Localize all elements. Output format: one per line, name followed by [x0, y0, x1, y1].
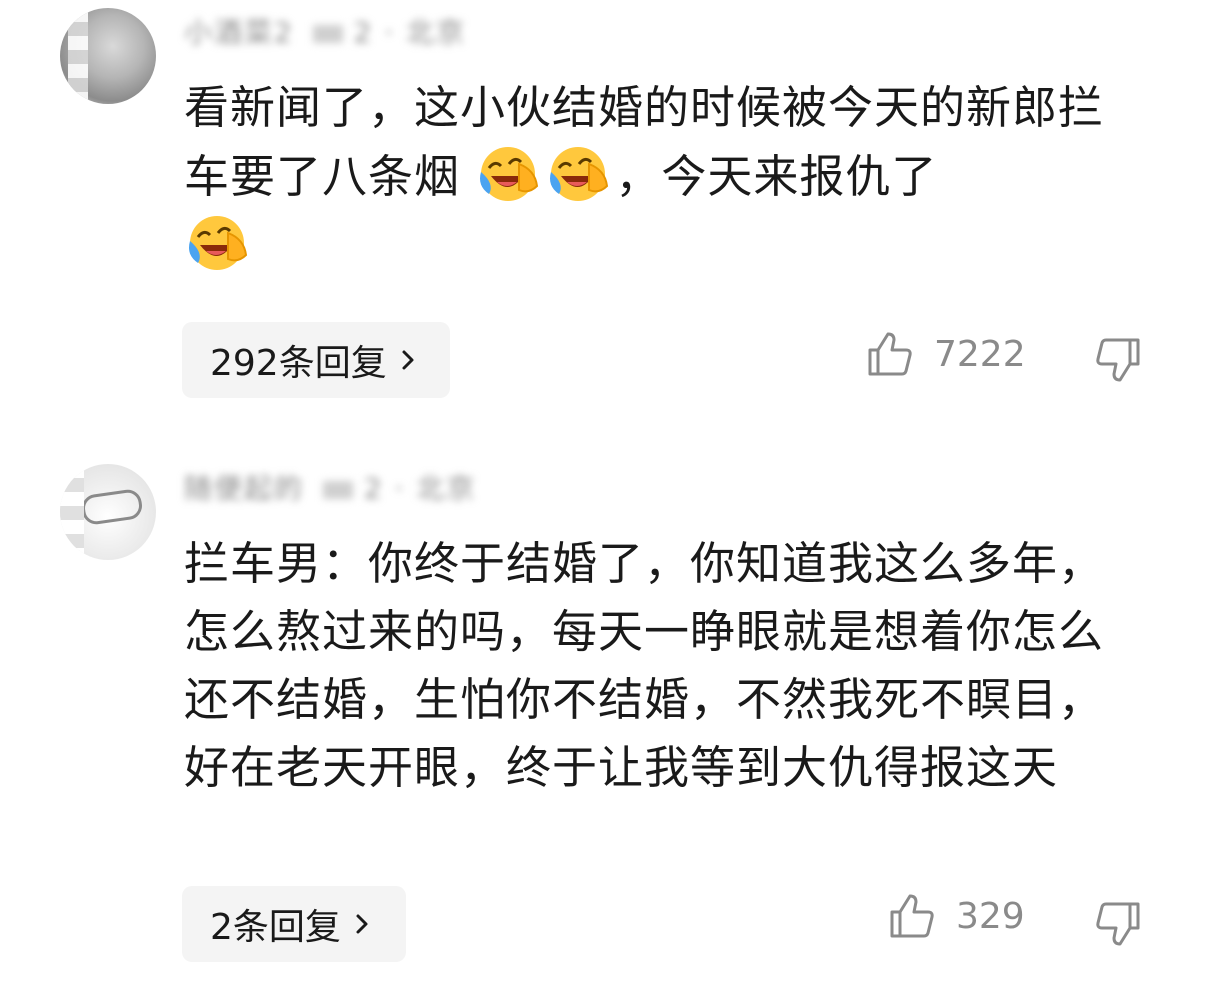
like-count: 329 [956, 895, 1025, 937]
view-replies-button[interactable]: 292条回复 [182, 322, 450, 398]
mosaic-block [322, 481, 353, 499]
comment-item: 随便起的 2 · 北京 拦车男：你终于结婚了，你知道我这么多年，怎么熬过来的吗，… [0, 450, 1216, 1002]
avatar[interactable] [60, 464, 156, 560]
comment-meta: 2 · 北京 [363, 472, 477, 505]
username-text: 随便起的 [184, 472, 305, 505]
like-count: 7222 [934, 333, 1026, 375]
thumbs-down-icon[interactable] [1094, 336, 1142, 384]
chevron-right-icon [356, 914, 368, 934]
avatar[interactable] [60, 8, 156, 104]
laugh-cry-emoji-icon [189, 216, 248, 270]
comment-meta: 2 · 北京 [353, 16, 467, 49]
mosaic-block [312, 25, 343, 43]
username-blurred[interactable]: 随便起的 2 · 北京 [184, 472, 476, 506]
reply-count-label: 2条回复 [210, 907, 341, 948]
thumbs-up-icon [868, 332, 912, 376]
thumbs-up-icon [890, 894, 934, 938]
laugh-cry-emoji-icon [480, 147, 539, 201]
chevron-right-icon [402, 350, 414, 370]
like-button[interactable]: 329 [888, 892, 1025, 940]
comment-text: 看新闻了，这小伙结婚的时候被今天的新郎拦车要了八条烟 ，今天来报仇了 [184, 74, 1134, 280]
thumbs-down-icon[interactable] [1094, 900, 1142, 948]
like-button[interactable]: 7222 [866, 330, 1026, 378]
comment-text-tail: ，今天来报仇了 [615, 150, 938, 203]
comment-text: 拦车男：你终于结婚了，你知道我这么多年，怎么熬过来的吗，每天一睁眼就是想着你怎么… [184, 537, 1105, 794]
username-blurred[interactable]: 小酒菜2 2 · 北京 [184, 16, 466, 50]
reply-count-label: 292条回复 [210, 343, 387, 384]
comment-item: 小酒菜2 2 · 北京 看新闻了，这小伙结婚的时候被今天的新郎拦车要了八条烟 ，… [0, 0, 1216, 420]
username-text: 小酒菜2 [184, 16, 294, 49]
view-replies-button[interactable]: 2条回复 [182, 886, 406, 962]
laugh-cry-emoji-icon [550, 147, 609, 201]
